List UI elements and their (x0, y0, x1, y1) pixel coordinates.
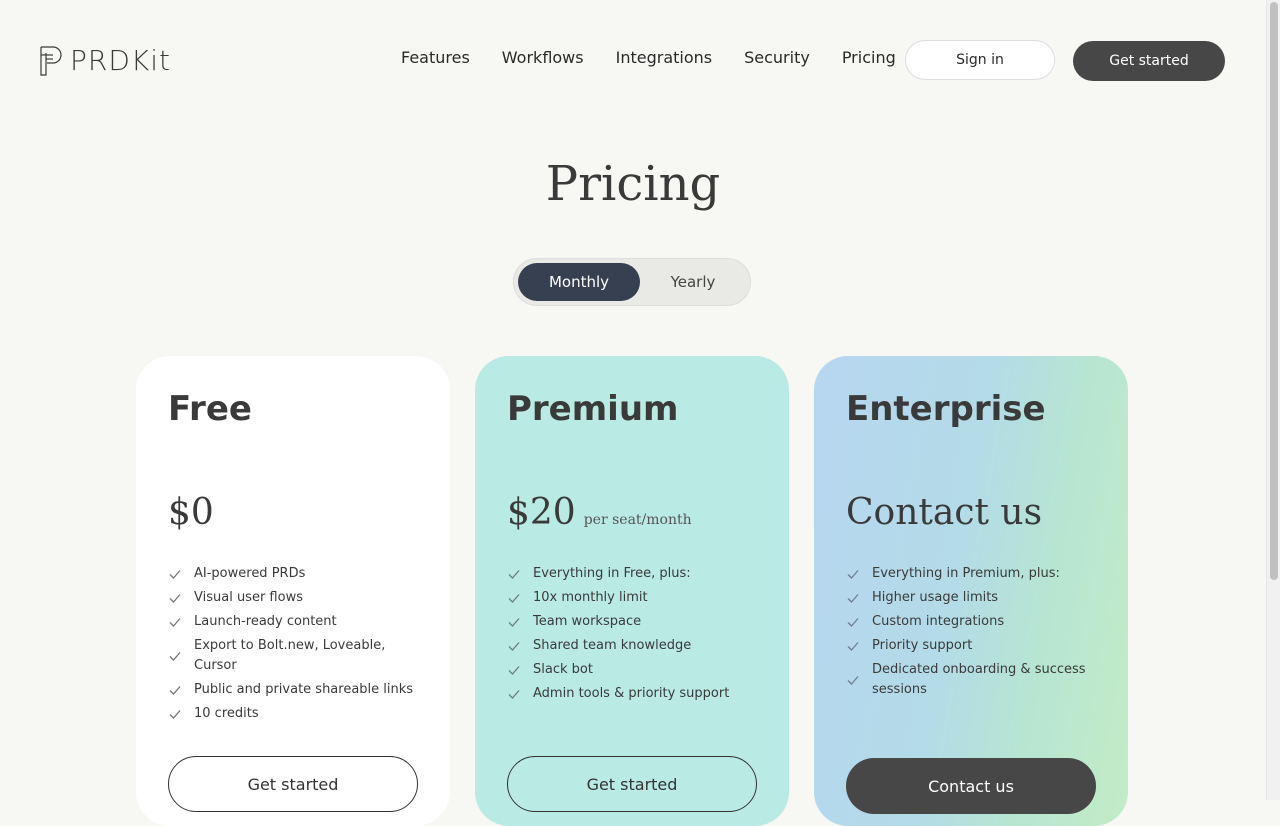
feature-text: Higher usage limits (872, 590, 999, 605)
plan-price: $20 (507, 492, 576, 533)
header-get-started-button[interactable]: Get started (1073, 41, 1225, 81)
feature-text: Slack bot (533, 662, 593, 677)
feature-item: Custom integrations (846, 612, 1101, 632)
plan-card-free: Free $0 AI-powered PRDs Visual user flow… (136, 356, 450, 826)
check-icon (169, 652, 181, 661)
price-row: $0 (168, 492, 214, 533)
feature-text: Visual user flows (194, 590, 303, 605)
plan-name: Enterprise (846, 389, 1046, 429)
feature-text: Public and private shareable links (194, 682, 414, 697)
feature-item: Everything in Premium, plus: (846, 564, 1101, 584)
logo[interactable]: PRDKit (40, 44, 171, 77)
feature-item: Priority support (846, 636, 1101, 656)
check-icon (847, 570, 859, 579)
feature-text: AI-powered PRDs (194, 566, 306, 581)
feature-item: Export to Bolt.new, Loveable, Cursor (168, 636, 423, 676)
check-icon (508, 690, 520, 699)
logo-icon (40, 45, 62, 76)
check-icon (847, 676, 859, 685)
check-icon (847, 642, 859, 651)
plan-price: $0 (168, 492, 214, 533)
feature-item: Everything in Free, plus: (507, 564, 762, 584)
check-icon (169, 686, 181, 695)
check-icon (169, 570, 181, 579)
page-title: Pricing (545, 156, 721, 212)
nav-security[interactable]: Security (744, 48, 810, 67)
check-icon (508, 618, 520, 627)
main-nav: Features Workflows Integrations Security… (401, 48, 928, 67)
page-scrollbar[interactable] (1266, 0, 1280, 800)
feature-item: Shared team knowledge (507, 636, 762, 656)
feature-text: Priority support (872, 638, 973, 653)
check-icon (169, 618, 181, 627)
sign-in-button[interactable]: Sign in (905, 40, 1055, 80)
feature-text: Everything in Free, plus: (533, 566, 691, 581)
price-unit: per seat/month (583, 512, 692, 528)
feature-text: Dedicated onboarding & success sessions (872, 662, 1086, 697)
feature-text: Export to Bolt.new, Loveable, Cursor (194, 638, 386, 673)
feature-text: Admin tools & priority support (533, 686, 730, 701)
feature-item: Admin tools & priority support (507, 684, 762, 704)
logo-text: PRDKit (70, 44, 172, 77)
toggle-monthly[interactable]: Monthly (518, 263, 640, 301)
feature-item: 10x monthly limit (507, 588, 762, 608)
check-icon (508, 666, 520, 675)
scrollbar-thumb[interactable] (1270, 2, 1278, 580)
plan-name: Free (168, 389, 252, 429)
check-icon (169, 594, 181, 603)
billing-toggle: Monthly Yearly (513, 258, 751, 306)
check-icon (847, 618, 859, 627)
check-icon (508, 570, 520, 579)
feature-list: AI-powered PRDs Visual user flows Launch… (168, 564, 423, 728)
feature-item: 10 credits (168, 704, 423, 724)
nav-integrations[interactable]: Integrations (616, 48, 713, 67)
check-icon (169, 710, 181, 719)
toggle-yearly[interactable]: Yearly (632, 263, 754, 301)
feature-text: Team workspace (533, 614, 642, 629)
feature-text: Everything in Premium, plus: (872, 566, 1060, 581)
price-row: Contact us (846, 492, 1042, 533)
feature-list: Everything in Premium, plus: Higher usag… (846, 564, 1101, 704)
check-icon (508, 594, 520, 603)
plan-price: Contact us (846, 492, 1043, 533)
feature-item: Public and private shareable links (168, 680, 423, 700)
nav-workflows[interactable]: Workflows (502, 48, 584, 67)
feature-item: Team workspace (507, 612, 762, 632)
feature-list: Everything in Free, plus: 10x monthly li… (507, 564, 762, 708)
nav-pricing[interactable]: Pricing (842, 48, 896, 67)
price-row: $20 per seat/month (507, 492, 692, 533)
site-header: PRDKit Features Workflows Integrations S… (0, 0, 1266, 120)
check-icon (508, 642, 520, 651)
feature-text: Shared team knowledge (533, 638, 692, 653)
feature-text: 10 credits (194, 706, 259, 721)
check-icon (847, 594, 859, 603)
plan-card-enterprise: Enterprise Contact us Everything in Prem… (814, 356, 1128, 826)
plan-name: Premium (507, 389, 679, 429)
contact-us-button[interactable]: Contact us (846, 758, 1096, 814)
feature-item: Visual user flows (168, 588, 423, 608)
feature-item: Dedicated onboarding & success sessions (846, 660, 1101, 700)
premium-get-started-button[interactable]: Get started (507, 756, 757, 812)
plan-card-premium: Premium $20 per seat/month Everything in… (475, 356, 789, 826)
feature-item: Higher usage limits (846, 588, 1101, 608)
free-get-started-button[interactable]: Get started (168, 756, 418, 812)
feature-item: AI-powered PRDs (168, 564, 423, 584)
feature-item: Launch-ready content (168, 612, 423, 632)
feature-text: Custom integrations (872, 614, 1005, 629)
feature-item: Slack bot (507, 660, 762, 680)
feature-text: 10x monthly limit (533, 590, 648, 605)
feature-text: Launch-ready content (194, 614, 337, 629)
nav-features[interactable]: Features (401, 48, 470, 67)
